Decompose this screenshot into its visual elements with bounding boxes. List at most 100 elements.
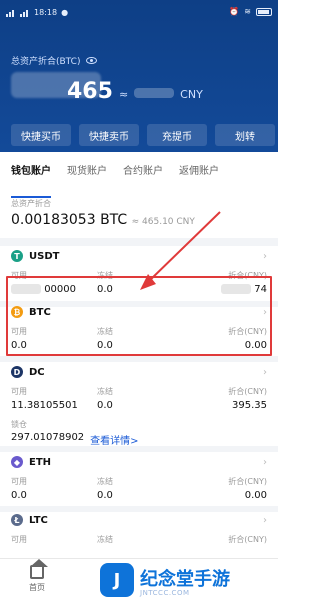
- col-cny: 折合(CNY): [228, 535, 267, 544]
- currency-label: CNY: [180, 88, 203, 101]
- eth-icon: ◆: [11, 456, 23, 468]
- eye-icon[interactable]: [86, 57, 98, 64]
- quick-sell-button[interactable]: 快捷卖币: [79, 124, 139, 146]
- cny-value-text: 74: [254, 284, 267, 295]
- wallet-summary: 总资产折合 0.00183053 BTC ≈ 465.10 CNY: [11, 198, 267, 228]
- chevron-right-icon[interactable]: ›: [263, 457, 267, 468]
- col-available: 可用: [11, 271, 27, 280]
- quick-actions: 快捷买币 快捷卖币 充提币 划转: [11, 124, 275, 146]
- col-available: 可用: [11, 477, 27, 486]
- asset-symbol: DC: [29, 366, 45, 378]
- divider: [0, 238, 278, 246]
- total-assets-title-row: 总资产折合(BTC): [11, 54, 98, 67]
- battery-icon: [256, 7, 272, 16]
- col-available: 可用: [11, 535, 27, 544]
- col-available: 可用: [11, 327, 27, 336]
- blur-mask: [11, 284, 41, 294]
- tab-contract[interactable]: 合约账户: [123, 162, 163, 192]
- signal-icon: [6, 9, 16, 17]
- watermark-domain: JNTCCC.COM: [140, 589, 190, 597]
- status-right: ⏰ ≋: [229, 7, 272, 16]
- asset-head: Ł LTC ›: [11, 514, 267, 526]
- hidden-cny-mask: [134, 88, 175, 98]
- total-assets-title: 总资产折合(BTC): [11, 57, 81, 67]
- col-cny: 折合(CNY): [228, 387, 267, 396]
- frozen-value: 0.0: [97, 490, 113, 501]
- asset-values: 0.0 0.0 0.00: [11, 490, 267, 501]
- home-icon: [30, 559, 48, 579]
- tab-spot[interactable]: 现货账户: [67, 162, 107, 192]
- asset-btc[interactable]: ₿ BTC › 可用 冻结 折合(CNY) 0.0 0.0 0.00: [0, 306, 278, 351]
- bottom-nav: 首页 J 纪念堂手游 JNTCCC.COM: [0, 558, 278, 600]
- summary-cny: ≈ 465.10 CNY: [131, 217, 195, 227]
- signal-icon-2: [20, 9, 30, 17]
- frozen-value: 0.0: [97, 400, 113, 411]
- status-left: 18:18 ●: [6, 8, 68, 17]
- ltc-icon: Ł: [11, 514, 23, 526]
- quick-buy-button[interactable]: 快捷买币: [11, 124, 71, 146]
- chevron-right-icon[interactable]: ›: [263, 307, 267, 318]
- transfer-button[interactable]: 划转: [215, 124, 275, 146]
- col-frozen: 冻结: [97, 387, 113, 396]
- col-cny: 折合(CNY): [228, 327, 267, 336]
- asset-head: T USDT ›: [11, 250, 267, 262]
- asset-values: 11.38105501 0.0 395.35: [11, 400, 267, 411]
- asset-values: 0.0 0.0 0.00: [11, 340, 267, 351]
- asset-usdt[interactable]: T USDT › 可用 冻结 折合(CNY) 00000 0.0 74: [0, 250, 278, 295]
- deposit-withdraw-button[interactable]: 充提币: [147, 124, 207, 146]
- total-balance-row: 465 ≈ CNY: [11, 72, 203, 104]
- asset-symbol: BTC: [29, 306, 51, 318]
- col-cny: 折合(CNY): [228, 477, 267, 486]
- tab-wallet[interactable]: 钱包账户: [11, 162, 51, 198]
- asset-header: 18:18 ● ⏰ ≋ 总资产折合(BTC) 465 ≈ CNY 快捷买币 快捷…: [0, 0, 278, 152]
- view-details-link[interactable]: 查看详情>: [90, 432, 138, 447]
- tab-rebate[interactable]: 返佣账户: [179, 162, 219, 192]
- asset-symbol: ETH: [29, 456, 52, 468]
- asset-columns: 可用 冻结 折合(CNY): [11, 476, 267, 487]
- asset-ltc[interactable]: Ł LTC › 可用 冻结 折合(CNY): [0, 514, 278, 545]
- locked-value: 297.01078902: [11, 432, 85, 443]
- available-value: 00000: [11, 284, 97, 295]
- col-frozen: 冻结: [97, 271, 113, 280]
- col-frozen: 冻结: [97, 477, 113, 486]
- chevron-right-icon[interactable]: ›: [263, 367, 267, 378]
- asset-dc[interactable]: D DC › 可用 冻结 折合(CNY) 11.38105501 0.0 395…: [0, 366, 278, 447]
- asset-head: ◆ ETH ›: [11, 456, 267, 468]
- usdt-icon: T: [11, 250, 23, 262]
- divider: [0, 356, 278, 362]
- hidden-balance-mask: [11, 72, 101, 98]
- chevron-right-icon[interactable]: ›: [263, 515, 267, 526]
- asset-columns: 可用 冻结 折合(CNY): [11, 270, 267, 281]
- asset-head: D DC ›: [11, 366, 267, 378]
- approx-symbol: ≈: [118, 88, 129, 101]
- message-icon: ●: [61, 8, 69, 17]
- asset-columns: 可用 冻结 折合(CNY): [11, 386, 267, 397]
- frozen-value: 0.0: [97, 340, 113, 351]
- frozen-value: 0.0: [97, 284, 113, 295]
- divider: [0, 506, 278, 512]
- locked-label: 锁仓: [11, 420, 27, 429]
- asset-columns: 可用 冻结 折合(CNY): [11, 326, 267, 337]
- nav-home[interactable]: 首页: [22, 559, 52, 593]
- cny-value: 0.00: [244, 490, 267, 501]
- asset-columns: 可用 冻结 折合(CNY): [11, 534, 267, 545]
- summary-btc: 0.00183053 BTC: [11, 212, 128, 228]
- status-bar: 18:18 ● ⏰ ≋: [0, 0, 278, 24]
- divider: [0, 446, 278, 452]
- asset-eth[interactable]: ◆ ETH › 可用 冻结 折合(CNY) 0.0 0.0 0.00: [0, 456, 278, 501]
- blur-mask: [221, 284, 252, 294]
- status-time: 18:18: [34, 8, 58, 17]
- watermark-brand: 纪念堂手游: [140, 569, 230, 590]
- alarm-icon: ⏰: [229, 7, 240, 16]
- watermark-logo: J: [100, 563, 134, 597]
- wifi-icon: ≋: [244, 7, 251, 16]
- asset-values: 00000 0.0 74: [11, 284, 267, 295]
- chevron-right-icon[interactable]: ›: [263, 251, 267, 262]
- cny-value: 395.35: [232, 400, 267, 411]
- col-available: 可用: [11, 387, 27, 396]
- btc-icon: ₿: [11, 306, 23, 318]
- asset-symbol: USDT: [29, 250, 60, 262]
- nav-home-label: 首页: [29, 583, 45, 592]
- col-frozen: 冻结: [97, 535, 113, 544]
- summary-value: 0.00183053 BTC ≈ 465.10 CNY: [11, 212, 267, 228]
